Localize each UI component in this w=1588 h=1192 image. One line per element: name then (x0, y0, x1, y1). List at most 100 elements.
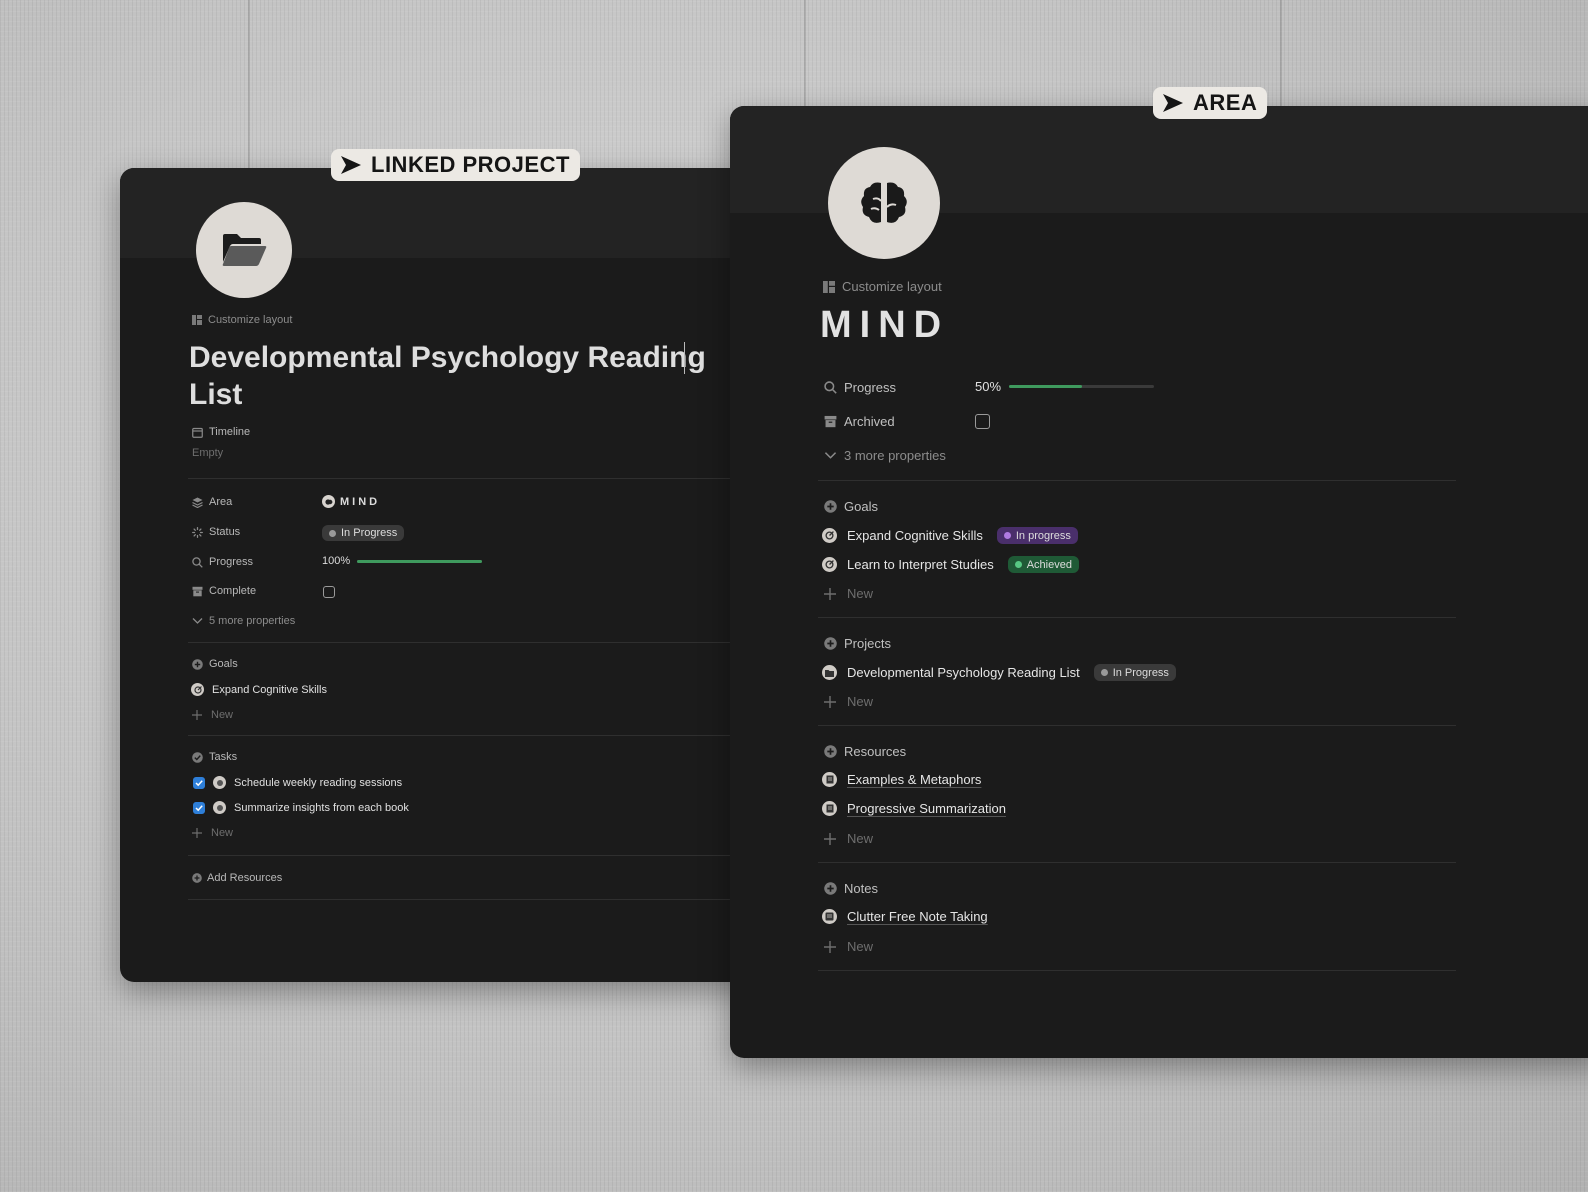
area-window: Customize layout MIND Progress 50% Archi… (730, 106, 1588, 1058)
plus-circle-icon (824, 637, 837, 650)
divider (188, 642, 760, 643)
linked-project-callout: LINKED PROJECT (331, 149, 580, 181)
page-title[interactable]: MIND (820, 304, 949, 347)
resources-section-heading[interactable]: Resources (824, 744, 906, 759)
layout-icon (823, 280, 835, 293)
page-title[interactable]: Developmental Psychology Reading List (189, 339, 749, 413)
plus-icon (824, 832, 836, 845)
goals-section-heading[interactable]: Goals (824, 499, 878, 514)
complete-label: Complete (209, 585, 257, 597)
divider (818, 970, 1456, 971)
progress-bar-fill (357, 559, 483, 563)
progress-value-cell[interactable]: 50% (975, 379, 1155, 394)
divider (818, 480, 1456, 481)
status-badge[interactable]: In Progress (1093, 664, 1176, 681)
goals-new-button[interactable]: New (192, 709, 233, 721)
area-label: Area (209, 496, 233, 508)
progress-property-label: Progress (192, 556, 253, 568)
goal-item[interactable]: Expand Cognitive Skills In progress (822, 527, 1078, 544)
tasks-heading: Tasks (209, 751, 238, 763)
folder-icon[interactable] (196, 202, 292, 298)
new-label: New (211, 827, 234, 839)
new-label: New (211, 709, 234, 721)
project-item[interactable]: Developmental Psychology Reading List In… (822, 664, 1176, 681)
brain-icon[interactable] (828, 147, 940, 259)
plus-icon (824, 587, 836, 600)
divider (818, 617, 1456, 618)
brain-icon (322, 495, 335, 508)
chevron-down-icon (824, 451, 837, 460)
chevron-down-icon (192, 617, 203, 625)
add-resources-button[interactable]: Add Resources (192, 872, 282, 884)
complete-checkbox[interactable] (323, 586, 335, 598)
arrow-right-icon (341, 156, 361, 174)
timeline-value[interactable]: Empty (192, 447, 223, 459)
more-properties-toggle[interactable]: 5 more properties (192, 615, 295, 627)
add-resources-label: Add Resources (207, 872, 283, 884)
goal-item[interactable]: Expand Cognitive Skills (191, 683, 327, 696)
project-window: Customize layout Developmental Psycholog… (120, 168, 760, 982)
notes-new-button[interactable]: New (824, 939, 873, 954)
status-badge[interactable]: Achieved (1007, 556, 1079, 573)
task-item[interactable]: Schedule weekly reading sessions (193, 776, 402, 789)
status-badge[interactable]: In progress (996, 527, 1078, 544)
status-badge[interactable]: In Progress (322, 525, 405, 541)
divider (188, 899, 760, 900)
goal-target-icon (822, 557, 837, 572)
goals-new-button[interactable]: New (824, 586, 873, 601)
note-item[interactable]: Clutter Free Note Taking (822, 909, 988, 924)
area-value: MIND (340, 495, 381, 508)
goals-section-heading[interactable]: Goals (192, 658, 238, 670)
plus-icon (824, 695, 836, 708)
arrow-right-icon (1163, 94, 1183, 112)
status-dot (329, 529, 336, 537)
tasks-section-heading[interactable]: Tasks (192, 751, 237, 763)
archived-checkbox[interactable] (975, 414, 990, 429)
customize-layout-button[interactable]: Customize layout (823, 279, 942, 294)
progress-property-label: Progress (824, 380, 896, 395)
notes-section-heading[interactable]: Notes (824, 881, 878, 896)
divider (188, 855, 760, 856)
goals-heading: Goals (844, 499, 878, 514)
tasks-new-button[interactable]: New (192, 827, 233, 839)
task-checkbox[interactable] (193, 776, 205, 789)
progress-label: Progress (209, 556, 254, 568)
resource-name: Progressive Summarization (847, 801, 1006, 816)
note-icon (822, 909, 837, 924)
resources-heading: Resources (844, 744, 907, 759)
new-label: New (847, 586, 874, 601)
resource-item[interactable]: Progressive Summarization (822, 801, 1006, 816)
note-name: Clutter Free Note Taking (847, 909, 988, 924)
plus-circle-icon (824, 745, 837, 758)
plus-circle-icon (824, 882, 837, 895)
resource-item[interactable]: Examples & Metaphors (822, 772, 981, 787)
text-cursor (684, 342, 685, 374)
customize-layout-label: Customize layout (208, 314, 293, 326)
resources-new-button[interactable]: New (824, 831, 873, 846)
task-checkbox[interactable] (193, 801, 205, 814)
progress-value-cell[interactable]: 100% (322, 555, 483, 567)
goal-name: Expand Cognitive Skills (847, 528, 983, 543)
progress-bar-fill (1009, 385, 1082, 388)
plus-icon (192, 828, 202, 838)
projects-new-button[interactable]: New (824, 694, 873, 709)
area-relation-link[interactable]: MIND (322, 495, 380, 508)
folder-icon (822, 665, 837, 680)
area-callout: AREA (1153, 87, 1268, 119)
plus-icon (824, 940, 836, 953)
timeline-property[interactable]: Timeline (192, 426, 250, 438)
progress-bar (1009, 385, 1155, 388)
customize-layout-button[interactable]: Customize layout (192, 314, 292, 326)
projects-section-heading[interactable]: Projects (824, 636, 891, 651)
plus-icon (192, 710, 202, 720)
status-property-label: Status (192, 526, 240, 538)
more-properties-toggle[interactable]: 3 more properties (824, 448, 946, 463)
new-label: New (847, 694, 874, 709)
callout-label: AREA (1193, 90, 1258, 115)
goal-item[interactable]: Learn to Interpret Studies Achieved (822, 556, 1079, 573)
status-value: In progress (1015, 529, 1071, 542)
new-label: New (847, 939, 874, 954)
plus-circle-icon (192, 658, 203, 670)
task-name: Summarize insights from each book (234, 801, 409, 814)
task-item[interactable]: Summarize insights from each book (193, 801, 409, 814)
